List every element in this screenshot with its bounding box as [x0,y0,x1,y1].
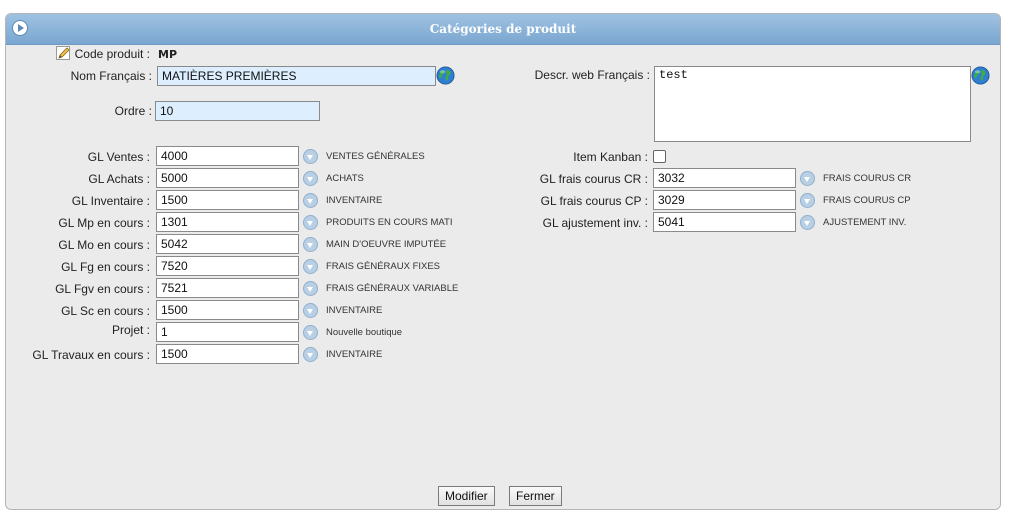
dropdown-circle-icon[interactable] [303,259,318,274]
gl-row-label: GL Fgv en cours : [55,282,150,296]
dropdown-circle-icon[interactable] [303,237,318,252]
globe-icon[interactable] [971,66,990,85]
globe-icon[interactable] [436,66,455,85]
gl-fg-en-cours-input[interactable] [156,256,299,276]
gl-row-label: GL Ventes : [87,150,150,164]
gl-ajustement-inv-input[interactable] [653,212,796,232]
gl-description: INVENTAIRE [326,195,383,206]
gl-row-label: Projet : [111,323,150,337]
gl-description: FRAIS COURUS CP [823,195,911,206]
nom-francais-input[interactable] [157,66,436,86]
gl-row-label: GL Achats : [88,172,150,186]
gl-row-label: GL frais courus CR : [539,172,648,186]
dropdown-circle-icon[interactable] [303,325,318,340]
nom-francais-label: Nom Français : [70,69,152,83]
gl-description: ACHATS [326,173,364,184]
gl-achats-input[interactable] [156,168,299,188]
dropdown-circle-icon[interactable] [303,303,318,318]
gl-inventaire-input[interactable] [156,190,299,210]
dropdown-circle-icon[interactable] [800,215,815,230]
descr-web-label: Descr. web Français : [534,68,650,82]
gl-fgv-en-cours-input[interactable] [156,278,299,298]
gl-row-label: GL Travaux en cours : [32,348,150,362]
gl-description: INVENTAIRE [326,349,383,360]
gl-description: PRODUITS EN COURS MATI [326,217,453,228]
gl-row-label: GL Inventaire : [71,194,150,208]
gl-row-label: GL frais courus CP : [540,194,648,208]
gl-description: Nouvelle boutique [326,327,403,338]
item-kanban-label: Item Kanban : [573,150,648,164]
panel-title: Catégories de produit [429,22,577,36]
gl-row-label: GL ajustement inv. : [542,216,648,230]
gl-row-label: GL Mo en cours : [58,238,150,252]
dropdown-circle-icon[interactable] [800,171,815,186]
gl-sc-en-cours-input[interactable] [156,300,299,320]
gl-row-label: GL Sc en cours : [61,304,150,318]
ordre-label: Ordre : [114,104,152,118]
gl-row-label: GL Mp en cours : [58,216,150,230]
dropdown-circle-icon[interactable] [303,171,318,186]
gl-frais-courus-cr-input[interactable] [653,168,796,188]
gl-description: AJUSTEMENT INV. [823,217,907,228]
code-produit-value: MP [158,48,178,61]
circle-arrow-icon[interactable] [12,20,28,36]
gl-mo-en-cours-input[interactable] [156,234,299,254]
dropdown-circle-icon[interactable] [303,281,318,296]
gl-description: FRAIS GÉNÉRAUX VARIABLE [326,283,459,294]
fermer-button[interactable]: Fermer [509,486,562,506]
gl-description: FRAIS COURUS CR [823,173,912,184]
dropdown-circle-icon[interactable] [303,149,318,164]
projet-input[interactable] [156,322,299,342]
modifier-button[interactable]: Modifier [438,486,495,506]
gl-row-label: GL Fg en cours : [61,260,150,274]
dropdown-circle-icon[interactable] [303,215,318,230]
ordre-input[interactable] [155,101,320,121]
gl-description: INVENTAIRE [326,305,383,316]
gl-description: FRAIS GÉNÉRAUX FIXES [326,261,441,272]
gl-ventes-input[interactable] [156,146,299,166]
gl-description: VENTES GÉNÉRALES [326,151,425,162]
dropdown-circle-icon[interactable] [303,347,318,362]
descr-web-textarea[interactable]: test [654,66,971,142]
gl-travaux-en-cours-input[interactable] [156,344,299,364]
dropdown-circle-icon[interactable] [303,193,318,208]
gl-description: MAIN D'OEUVRE IMPUTÉE [326,239,447,250]
gl-mp-en-cours-input[interactable] [156,212,299,232]
dropdown-circle-icon[interactable] [800,193,815,208]
gl-frais-courus-cp-input[interactable] [653,190,796,210]
panel-titlebar: Catégories de produit [6,14,1000,45]
code-produit-label: Code produit : [74,47,150,61]
item-kanban-checkbox[interactable] [653,150,666,163]
